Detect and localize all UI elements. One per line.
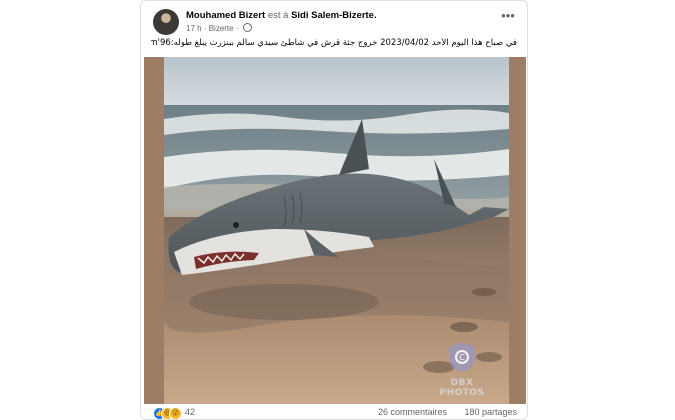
- watermark: C DBX PHOTOS: [427, 341, 497, 398]
- watermark-text: DBX PHOTOS: [439, 378, 485, 398]
- globe-icon: [242, 23, 252, 32]
- author-line: Mouhamed Bizert est à Sidi Salem-Bizerte…: [186, 10, 377, 21]
- post-meta: 17 h · Bizerte ·: [186, 23, 252, 33]
- comments-count[interactable]: 26 commentaires: [378, 407, 447, 417]
- author-name[interactable]: Mouhamed Bizert: [186, 10, 265, 21]
- facebook-post: Mouhamed Bizert est à Sidi Salem-Bizerte…: [140, 0, 528, 420]
- shares-count[interactable]: 180 partages: [464, 407, 517, 417]
- more-options-icon[interactable]: •••: [499, 9, 517, 25]
- reaction-count[interactable]: 42: [185, 407, 195, 417]
- post-header: Mouhamed Bizert est à Sidi Salem-Bizerte…: [141, 1, 527, 35]
- location-prefix: est à: [267, 10, 289, 21]
- post-place: · Bizerte ·: [203, 24, 239, 33]
- svg-text:C: C: [459, 353, 465, 362]
- post-time[interactable]: 17 h: [186, 24, 202, 33]
- author-avatar[interactable]: [153, 9, 179, 35]
- location-link[interactable]: Sidi Salem-Bizerte.: [291, 10, 377, 21]
- post-text: في صباح هذا اليوم الأحد 2023/04/02 خروج …: [151, 38, 517, 48]
- post-photo-frame[interactable]: C DBX PHOTOS: [144, 57, 526, 404]
- watermark-logo-icon: C: [449, 342, 475, 372]
- post-footer: 👍 😆 😮 42 26 commentaires 180 partages: [141, 403, 527, 419]
- wow-reaction-icon: 😮: [169, 407, 182, 419]
- post-photo[interactable]: C DBX PHOTOS: [164, 57, 509, 404]
